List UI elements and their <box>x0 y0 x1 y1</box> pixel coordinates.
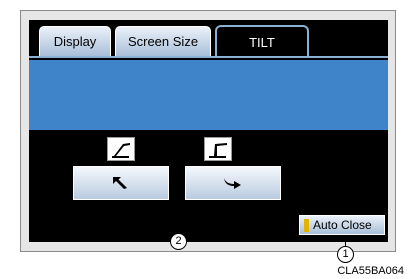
auto-close-label: Auto Close <box>313 218 372 232</box>
tilt-forward-button[interactable] <box>73 166 169 200</box>
tilt-settings-screen: Display Screen Size TILT Auto Close <box>29 20 388 242</box>
figure-code: CLA55BA064 <box>337 265 404 277</box>
tilt-status-banner <box>29 60 388 130</box>
tilt-forward-preview-icon <box>107 137 135 161</box>
tab-screen-size[interactable]: Screen Size <box>115 26 211 56</box>
tilt-back-preview-icon <box>204 137 232 161</box>
tilt-back-button[interactable] <box>185 166 281 200</box>
callout-2: 2 <box>170 233 187 250</box>
arrow-up-left-icon <box>113 177 127 189</box>
callout-2-leader <box>178 200 179 232</box>
callout-1: 1 <box>337 246 354 263</box>
auto-close-button[interactable]: Auto Close <box>299 215 385 235</box>
button-divider <box>169 166 185 200</box>
auto-close-indicator <box>304 218 309 232</box>
tab-tilt[interactable]: TILT <box>215 25 309 57</box>
tab-display[interactable]: Display <box>39 26 111 56</box>
arrow-curve-right-icon <box>224 178 241 189</box>
tab-underline <box>29 56 388 58</box>
